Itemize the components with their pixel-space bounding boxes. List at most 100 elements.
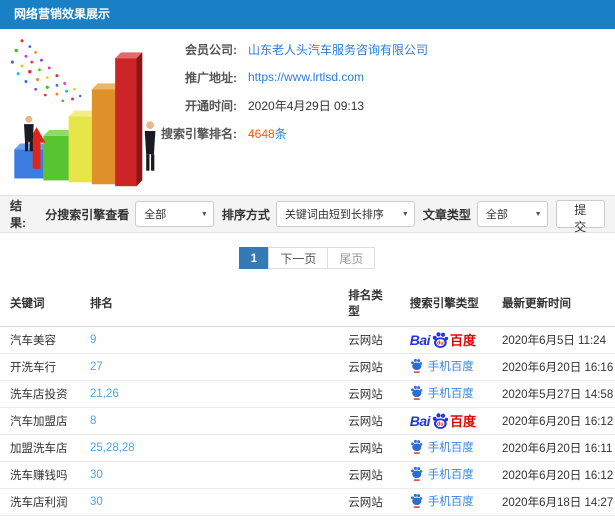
company-row: 会员公司: 山东老人头汽车服务咨询有限公司 xyxy=(0,39,615,59)
pagination: 1 下一页 尾页 xyxy=(0,247,615,269)
updated-cell: 2020年6月20日 16:11 xyxy=(491,434,615,462)
rank-cell: 8 xyxy=(79,407,339,435)
engine-cell: 手机百度 xyxy=(399,434,492,462)
baidu-paw-du-text: du xyxy=(437,422,443,428)
rank-type-cell: 云网站 xyxy=(338,515,400,520)
header-rank: 排名 xyxy=(79,282,339,327)
sort-filter-label: 排序方式 xyxy=(221,207,270,222)
mobile-baidu-paw-icon xyxy=(410,386,423,401)
engine-cell: 手机百度 xyxy=(399,488,492,516)
keyword-cell: 汽车美容 xyxy=(0,326,80,354)
keyword-cell: 洗车店投资 xyxy=(0,380,80,408)
table-header-row: 关键词 排名 排名类型 搜索引擎类型 最新更新时间 xyxy=(0,282,615,327)
ranking-table: 关键词 排名 排名类型 搜索引擎类型 最新更新时间 汽车美容 9 云网站 Bai… xyxy=(0,282,615,520)
result-label: 结果: xyxy=(10,199,26,230)
baidu-logo: Bai du 百度 xyxy=(410,412,476,430)
last-page-button[interactable]: 尾页 xyxy=(327,247,376,269)
site-link[interactable]: https://www.lrtlsd.com xyxy=(248,70,364,84)
table-row: 汽车加盟店 8 云网站 Bai du 百度 2020年6月20日 16:12 xyxy=(0,407,615,435)
baidu-logo-cn-text: 百度 xyxy=(450,413,477,429)
opened-row: 开通时间: 2020年4月29日 09:13 xyxy=(0,95,615,115)
mobile-baidu-logo: 手机百度 xyxy=(410,493,474,509)
ranking-table-body: 汽车美容 9 云网站 Bai du 百度 2020年6月5日 11:24 开洗车 xyxy=(0,326,615,520)
engine-cell: 手机百度 xyxy=(399,461,492,489)
table-row: 洗车赚钱吗 30 云网站 手机百度 2020年6月20日 16:12 xyxy=(0,461,615,489)
article-type-label: 文章类型 xyxy=(422,207,471,222)
rank-cell: 21,26 xyxy=(79,380,339,408)
mobile-baidu-text: 手机百度 xyxy=(427,441,474,454)
page-1-button[interactable]: 1 xyxy=(238,247,270,269)
engine-filter-label: 分搜索引擎查看 xyxy=(45,207,130,222)
table-row: 加盟洗车店 25,28,28 云网站 手机百度 2020年6月20日 16:11 xyxy=(0,434,615,462)
updated-cell: 2020年6月5日 11:24 xyxy=(491,326,615,354)
rank-count-label: 搜索引擎排名: xyxy=(161,126,237,141)
updated-cell: 2020年6月20日 16:16 xyxy=(491,353,615,381)
table-row: 开洗车行 27 云网站 手机百度 2020年6月20日 16:16 xyxy=(0,353,615,381)
table-row: 洗车店加盟 3 云网站 Bai du 百度 2020年6月18日 14:30 xyxy=(0,515,615,520)
engine-cell: Bai du 百度 xyxy=(399,515,492,520)
keyword-cell: 洗车店利润 xyxy=(0,488,80,516)
rank-count-value: 4648条 xyxy=(248,125,287,142)
baidu-logo: Bai du 百度 xyxy=(410,331,476,349)
rank-type-cell: 云网站 xyxy=(338,407,400,435)
engine-select[interactable]: 全部 ▼ xyxy=(135,201,214,227)
rank-count-row: 搜索引擎排名: 4648条 xyxy=(0,123,615,143)
table-row: 洗车店投资 21,26 云网站 手机百度 2020年5月27日 14:58 xyxy=(0,380,615,408)
rank-count-number: 4648 xyxy=(248,126,275,141)
mobile-baidu-paw-icon xyxy=(410,467,423,482)
rank-count-unit: 条 xyxy=(274,126,287,141)
engine-cell: Bai du 百度 xyxy=(399,407,492,435)
rank-cell: 25,28,28 xyxy=(79,434,339,462)
engine-select-value: 全部 xyxy=(144,209,167,221)
sort-select[interactable]: 关键词由短到长排序 ▼ xyxy=(275,201,415,227)
rank-cell: 27 xyxy=(79,353,339,381)
engine-cell: 手机百度 xyxy=(399,353,492,381)
filter-bar: 结果: 分搜索引擎查看 全部 ▼ 排序方式 关键词由短到长排序 ▼ 文章类型 全… xyxy=(0,195,615,234)
baidu-paw-icon: du xyxy=(432,413,449,429)
site-label: 推广地址: xyxy=(185,70,237,85)
mobile-baidu-paw-icon xyxy=(410,494,423,509)
rank-cell: 9 xyxy=(79,326,339,354)
opened-label: 开通时间: xyxy=(185,98,237,113)
page-title: 网络营销效果展示 xyxy=(0,0,615,29)
chevron-down-icon: ▼ xyxy=(200,211,208,218)
engine-cell: 手机百度 xyxy=(399,380,492,408)
company-label: 会员公司: xyxy=(185,42,237,57)
header-updated: 最新更新时间 xyxy=(491,282,615,327)
mobile-baidu-logo: 手机百度 xyxy=(410,466,474,482)
updated-cell: 2020年6月18日 14:27 xyxy=(491,488,615,516)
header-engine-type: 搜索引擎类型 xyxy=(399,282,492,327)
mobile-baidu-paw-icon xyxy=(410,359,423,374)
header-keyword: 关键词 xyxy=(0,282,80,327)
table-row: 汽车美容 9 云网站 Bai du 百度 2020年6月5日 11:24 xyxy=(0,326,615,354)
article-type-select[interactable]: 全部 ▼ xyxy=(476,201,548,227)
keyword-cell: 开洗车行 xyxy=(0,353,80,381)
submit-button[interactable]: 提交 xyxy=(555,200,605,234)
rank-type-cell: 云网站 xyxy=(338,488,400,516)
rank-cell: 30 xyxy=(79,488,339,516)
table-row: 洗车店利润 30 云网站 手机百度 2020年6月18日 14:27 xyxy=(0,488,615,516)
engine-cell: Bai du 百度 xyxy=(399,326,492,354)
rank-type-cell: 云网站 xyxy=(338,380,400,408)
rank-type-cell: 云网站 xyxy=(338,461,400,489)
keyword-cell: 加盟洗车店 xyxy=(0,434,80,462)
baidu-paw-icon: du xyxy=(432,332,449,348)
updated-cell: 2020年6月20日 16:12 xyxy=(491,461,615,489)
keyword-cell: 洗车赚钱吗 xyxy=(0,461,80,489)
rank-cell: 30 xyxy=(79,461,339,489)
mobile-baidu-paw-icon xyxy=(410,440,423,455)
baidu-logo-cn-text: 百度 xyxy=(450,332,477,348)
mobile-baidu-text: 手机百度 xyxy=(427,387,474,400)
mobile-baidu-logo: 手机百度 xyxy=(410,358,474,374)
site-row: 推广地址: https://www.lrtlsd.com xyxy=(0,67,615,87)
company-link[interactable]: 山东老人头汽车服务咨询有限公司 xyxy=(248,41,428,58)
opened-value: 2020年4月29日 09:13 xyxy=(248,98,365,113)
mobile-baidu-text: 手机百度 xyxy=(427,468,474,481)
baidu-logo-bai-text: Bai xyxy=(409,332,431,348)
next-page-button[interactable]: 下一页 xyxy=(268,247,329,269)
updated-cell: 2020年6月20日 16:12 xyxy=(491,407,615,435)
baidu-logo-bai-text: Bai xyxy=(409,413,431,429)
rank-type-cell: 云网站 xyxy=(338,326,400,354)
mobile-baidu-text: 手机百度 xyxy=(427,360,474,373)
chevron-down-icon: ▼ xyxy=(401,211,409,218)
